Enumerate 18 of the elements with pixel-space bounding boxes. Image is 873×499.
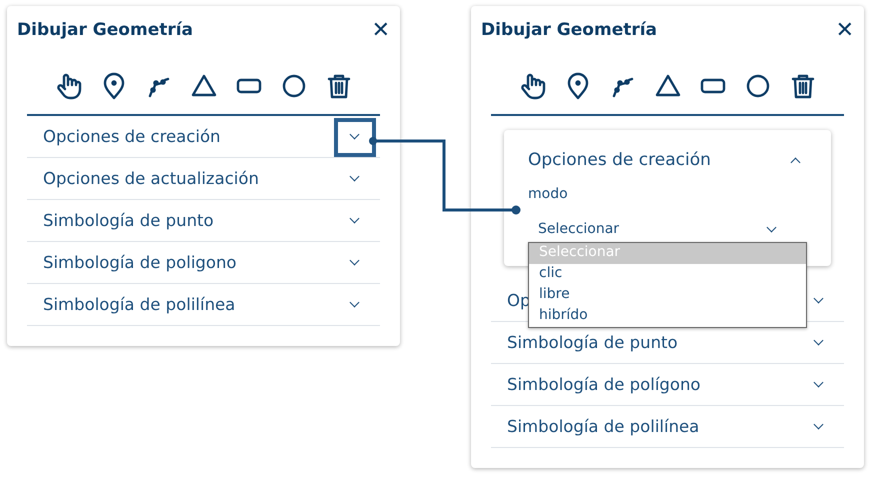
dropdown-option[interactable]: clic [529,264,806,285]
accordion-header[interactable]: Simbología de polígono [507,364,701,405]
accordion-header[interactable]: Simbología de punto [43,200,214,241]
hand-pointer-icon[interactable] [518,72,546,100]
accordion-header[interactable]: Simbología de poligono [43,242,237,283]
hand-pointer-icon[interactable] [54,72,82,100]
panel-title: Dibujar Geometría [17,20,194,40]
mode-select[interactable]: Seleccionar [528,216,807,242]
accordion-header[interactable]: Opciones de creación [528,140,807,180]
accordion-header[interactable]: Opciones de creación [43,116,220,157]
field-label: modo [528,186,569,202]
accordion-header[interactable]: Simbología de polilínea [507,406,700,447]
close-button[interactable]: ✕ [372,18,390,42]
close-button[interactable]: ✕ [836,18,854,42]
accordion-header[interactable]: Simbología de polilínea [43,284,236,325]
panel-title: Dibujar Geometría [481,20,658,40]
dropdown-option[interactable]: libre [529,285,806,306]
accordion-header[interactable]: Opciones de actualización [43,158,259,199]
